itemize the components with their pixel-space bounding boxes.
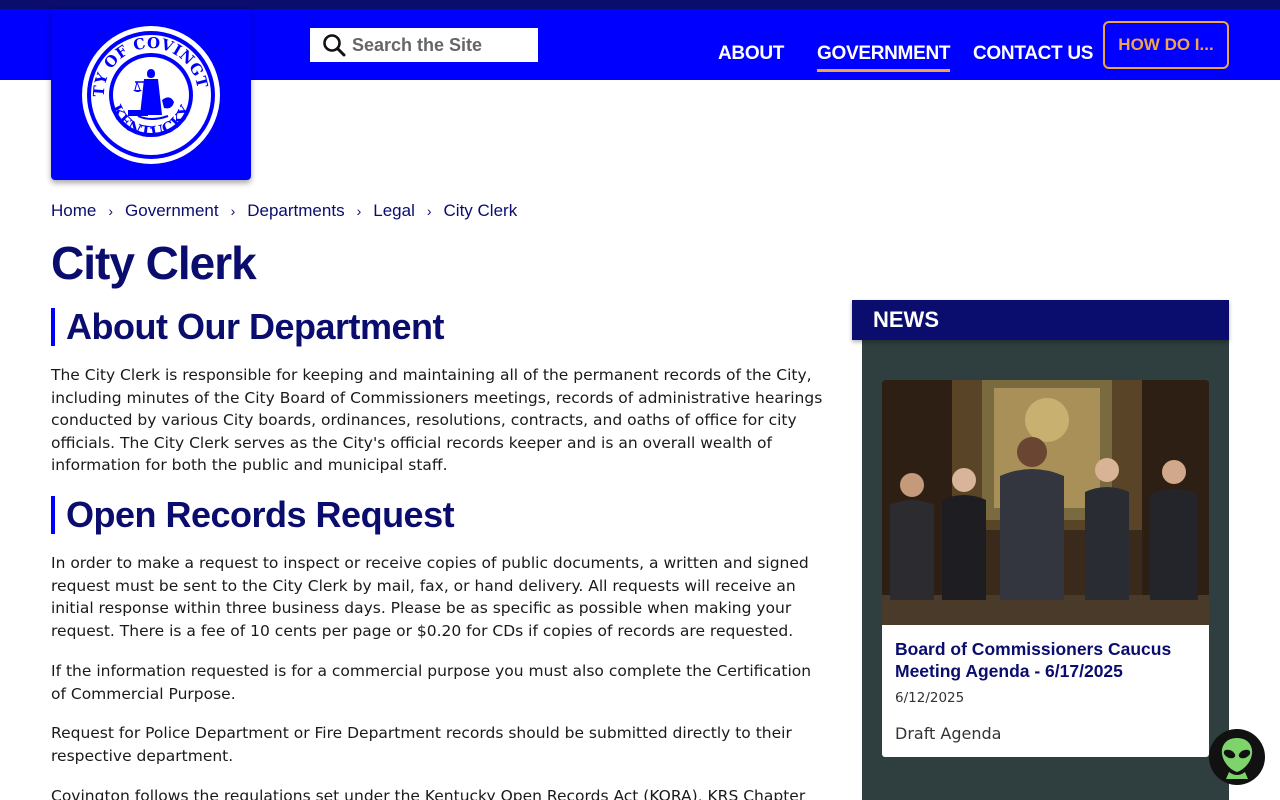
chevron-right-icon: › bbox=[426, 203, 432, 219]
nav-government[interactable]: GOVERNMENT bbox=[817, 43, 950, 72]
about-text: The City Clerk is responsible for keepin… bbox=[51, 366, 823, 474]
top-strip bbox=[0, 0, 1280, 9]
news-card[interactable]: Board of Commissioners Caucus Meeting Ag… bbox=[882, 380, 1209, 757]
breadcrumb-city-clerk[interactable]: City Clerk bbox=[444, 201, 518, 221]
nav-contact-us[interactable]: CONTACT US bbox=[973, 43, 1093, 65]
how-do-i-button[interactable]: HOW DO I... bbox=[1103, 21, 1229, 69]
chevron-right-icon: › bbox=[356, 203, 362, 219]
records-text-3: Request for Police Department or Fire De… bbox=[51, 724, 792, 765]
search-input[interactable] bbox=[352, 34, 532, 56]
alien-icon bbox=[1221, 738, 1253, 779]
news-card-title[interactable]: Board of Commissioners Caucus Meeting Ag… bbox=[895, 638, 1200, 682]
breadcrumb: Home › Government › Departments › Legal … bbox=[51, 201, 517, 221]
search-icon[interactable] bbox=[322, 33, 346, 57]
news-photo bbox=[882, 380, 1209, 625]
nav-about[interactable]: ABOUT bbox=[718, 43, 784, 65]
assistant-button[interactable] bbox=[1209, 729, 1265, 785]
open-records-heading: Open Records Request bbox=[51, 496, 455, 534]
page-title: City Clerk bbox=[51, 237, 257, 289]
chevron-right-icon: › bbox=[108, 203, 114, 219]
news-card-date: 6/12/2025 bbox=[895, 690, 965, 706]
seal-icon: CITY OF COVINGTON KENTUCKY bbox=[80, 24, 220, 164]
breadcrumb-legal[interactable]: Legal bbox=[373, 201, 415, 221]
records-text-4: Covington follows the regulations set un… bbox=[51, 787, 806, 800]
chevron-right-icon: › bbox=[230, 203, 236, 219]
search-box[interactable] bbox=[310, 28, 538, 62]
news-heading: NEWS bbox=[852, 300, 1229, 340]
breadcrumb-government[interactable]: Government bbox=[125, 201, 219, 221]
breadcrumb-home[interactable]: Home bbox=[51, 201, 96, 221]
records-text-2: If the information requested is for a co… bbox=[51, 662, 812, 703]
records-text-1: In order to make a request to inspect or… bbox=[51, 554, 809, 640]
city-seal-logo[interactable]: CITY OF COVINGTON KENTUCKY bbox=[51, 9, 251, 180]
about-heading: About Our Department bbox=[51, 308, 445, 346]
news-card-description: Draft Agenda bbox=[895, 724, 1002, 743]
breadcrumb-departments[interactable]: Departments bbox=[247, 201, 344, 221]
